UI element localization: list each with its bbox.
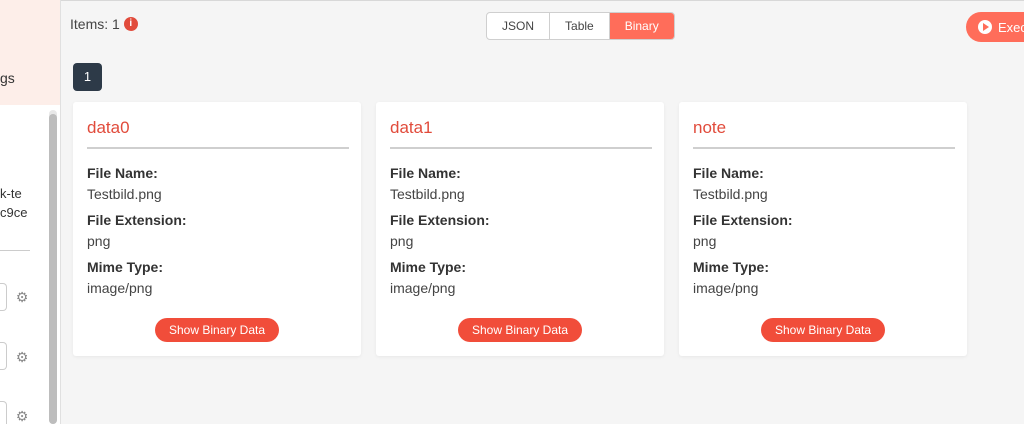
tab-table[interactable]: Table <box>550 13 610 39</box>
panel-divider <box>0 250 30 251</box>
show-binary-data-button[interactable]: Show Binary Data <box>761 318 885 342</box>
mime-type-value: image/png <box>693 280 759 296</box>
binary-property-name: data0 <box>87 118 130 137</box>
node-text-line-1: k-te <box>0 186 22 201</box>
info-icon[interactable]: i <box>123 17 138 31</box>
gear-icon[interactable]: ⚙ <box>13 348 31 366</box>
scrollbar-thumb[interactable] <box>49 114 57 424</box>
file-name-value: Testbild.png <box>87 186 162 202</box>
file-extension-value: png <box>87 233 111 249</box>
show-binary-data-button[interactable]: Show Binary Data <box>458 318 582 342</box>
binary-property-name: note <box>693 118 727 137</box>
file-extension-value: png <box>390 233 414 249</box>
execute-node-button[interactable]: Exec <box>966 12 1024 42</box>
node-text-line-2: c9ce <box>0 205 28 220</box>
binary-property-name: data1 <box>390 118 433 137</box>
play-icon <box>978 20 992 34</box>
binary-item-card: data0 File Name: Testbild.png File Exten… <box>73 102 361 356</box>
scrollbar-track[interactable] <box>49 110 57 424</box>
settings-tab-label: gs <box>0 70 15 86</box>
mime-type-value: image/png <box>87 280 153 296</box>
file-name-label: File Name: <box>87 165 158 181</box>
view-mode-toggle: JSON Table Binary <box>486 12 675 40</box>
tab-json[interactable]: JSON <box>487 13 551 39</box>
file-name-value: Testbild.png <box>390 186 465 202</box>
file-name-label: File Name: <box>390 165 461 181</box>
file-extension-label: File Extension: <box>693 212 793 228</box>
file-name-value: Testbild.png <box>693 186 768 202</box>
file-name-label: File Name: <box>693 165 764 181</box>
show-binary-data-button[interactable]: Show Binary Data <box>155 318 279 342</box>
settings-tab[interactable]: gs <box>0 0 60 105</box>
card-divider <box>390 147 652 149</box>
file-extension-label: File Extension: <box>87 212 187 228</box>
mime-type-value: image/png <box>390 280 456 296</box>
mime-type-label: Mime Type: <box>390 259 466 275</box>
items-count-label: Items: 1 <box>70 16 120 32</box>
parameter-field-3[interactable] <box>0 401 7 424</box>
binary-item-card: data1 File Name: Testbild.png File Exten… <box>376 102 664 356</box>
items-count: Items: 1 i <box>70 16 138 32</box>
parameter-field-1[interactable] <box>0 283 7 311</box>
execute-button-label: Exec <box>998 19 1024 35</box>
page-number-button[interactable]: 1 <box>73 63 102 91</box>
gear-icon[interactable]: ⚙ <box>13 288 31 306</box>
card-divider <box>87 147 349 149</box>
top-border <box>0 0 1024 1</box>
left-parameters-panel: gs k-te c9ce ⚙ ⚙ ⚙ <box>0 0 61 424</box>
mime-type-label: Mime Type: <box>87 259 163 275</box>
mime-type-label: Mime Type: <box>693 259 769 275</box>
tab-binary[interactable]: Binary <box>609 13 674 39</box>
file-extension-label: File Extension: <box>390 212 490 228</box>
card-divider <box>693 147 955 149</box>
file-extension-value: png <box>693 233 717 249</box>
parameter-field-2[interactable] <box>0 342 7 370</box>
binary-item-card: note File Name: Testbild.png File Extens… <box>679 102 967 356</box>
gear-icon[interactable]: ⚙ <box>13 407 31 424</box>
